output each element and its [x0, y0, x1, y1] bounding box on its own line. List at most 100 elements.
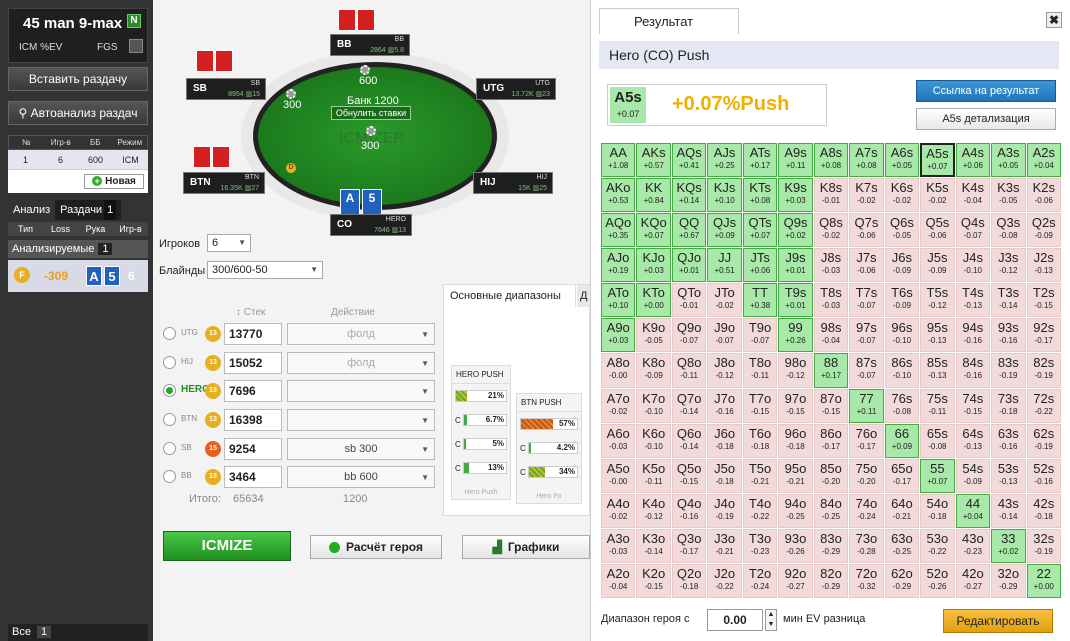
hand-cell[interactable]: K5o -0.11 — [636, 458, 671, 493]
hand-cell[interactable]: K9s +0.03 — [778, 178, 813, 213]
hand-cell[interactable]: A9o +0.03 — [601, 318, 636, 353]
hand-cell[interactable]: J2o -0.22 — [707, 563, 742, 598]
hand-cell[interactable]: 88 +0.17 — [813, 353, 849, 388]
hand-cell[interactable]: 92s -0.17 — [1026, 318, 1061, 353]
hand-cell[interactable]: T6o -0.18 — [742, 423, 778, 458]
hand-cell[interactable]: JTo -0.02 — [707, 283, 742, 318]
hand-cell[interactable]: K2o -0.15 — [636, 563, 671, 598]
hand-cell[interactable]: T6s -0.09 — [884, 283, 920, 318]
hand-cell[interactable]: T2s -0.15 — [1026, 283, 1061, 318]
tab-other-ranges[interactable]: Д — [577, 285, 591, 307]
hand-cell[interactable]: 65o -0.17 — [884, 458, 920, 493]
col-type[interactable]: Тип — [8, 222, 43, 236]
hand-cell[interactable]: Q9o -0.07 — [671, 318, 707, 353]
stack-input[interactable]: 3464 — [224, 466, 282, 488]
hero-radio[interactable] — [163, 442, 176, 455]
hand-cell[interactable]: A5o -0.00 — [601, 458, 636, 493]
hand-cell[interactable]: T4s -0.13 — [955, 283, 991, 318]
hand-cell[interactable]: 85s -0.13 — [920, 353, 955, 388]
hand-cell[interactable]: A4s +0.06 — [955, 143, 991, 178]
players-select[interactable]: 6 — [207, 234, 251, 252]
hand-cell[interactable]: 76s -0.08 — [884, 388, 920, 423]
tab-result[interactable]: Результат — [599, 8, 739, 34]
hand-cell[interactable]: J4s -0.10 — [955, 248, 991, 283]
action-select[interactable]: фолд — [287, 323, 435, 345]
all-group[interactable]: Все 1 — [8, 624, 148, 641]
hand-cell[interactable]: Q9s +0.02 — [778, 213, 813, 248]
hand-cell[interactable]: 62s -0.19 — [1026, 423, 1061, 458]
hand-cell[interactable]: A6s +0.05 — [884, 143, 920, 178]
hand-cell[interactable]: TT +0.38 — [742, 283, 778, 318]
min-ev-input[interactable]: 0.00 — [707, 609, 763, 631]
seat-sb[interactable]: SB SB 8954 ▥15 — [186, 78, 266, 100]
hand-cell[interactable]: 54s -0.09 — [955, 458, 991, 493]
hand-cell[interactable]: K6s -0.02 — [884, 178, 920, 213]
list-item[interactable]: F -309 A 5 6 — [8, 260, 148, 292]
hand-cell[interactable]: Q7s -0.06 — [849, 213, 884, 248]
stack-input[interactable]: 15052 — [224, 352, 282, 374]
hand-cell[interactable]: 42s -0.18 — [1026, 493, 1061, 528]
hand-cell[interactable]: A5s +0.07 — [920, 143, 955, 178]
col-hand[interactable]: Рука — [78, 222, 113, 236]
hand-cell[interactable]: T3o -0.23 — [742, 528, 778, 563]
hand-cell[interactable]: AKo +0.53 — [601, 178, 636, 213]
hand-cell[interactable]: KK +0.84 — [636, 178, 671, 213]
hand-cell[interactable]: A3s +0.05 — [991, 143, 1026, 178]
blinds-select[interactable]: 300/600-50 — [207, 261, 323, 279]
hand-cell[interactable]: K4s -0.04 — [955, 178, 991, 213]
hand-cell[interactable]: Q4o -0.16 — [671, 493, 707, 528]
hand-cell[interactable]: ATs +0.17 — [742, 143, 778, 178]
hand-cell[interactable]: 96o -0.18 — [778, 423, 813, 458]
hand-cell[interactable]: J5o -0.18 — [707, 458, 742, 493]
charts-button[interactable]: ▟ Графики — [462, 535, 590, 559]
hand-cell[interactable]: K2s -0.06 — [1026, 178, 1061, 213]
hand-cell[interactable]: 92o -0.27 — [778, 563, 813, 598]
seat-hj[interactable]: HIJ HIJ 15K ▥25 — [473, 172, 553, 194]
icmize-button[interactable]: ICMIZE — [163, 531, 291, 561]
hand-cell[interactable]: Q6o -0.14 — [671, 423, 707, 458]
hero-radio[interactable] — [163, 356, 176, 369]
hand-cell[interactable]: 33 +0.02 — [991, 528, 1026, 563]
hand-cell[interactable]: 82s -0.19 — [1026, 353, 1061, 388]
hand-cell[interactable]: 66 +0.09 — [884, 423, 920, 458]
hero-radio[interactable] — [163, 327, 176, 340]
hand-cell[interactable]: 32s -0.19 — [1026, 528, 1061, 563]
hand-cell[interactable]: 85o -0.20 — [813, 458, 849, 493]
seat-utg[interactable]: UTG UTG 13.72K ▥23 — [476, 78, 556, 100]
hand-cell[interactable]: T9s +0.01 — [778, 283, 813, 318]
hand-cell[interactable]: A9s +0.11 — [778, 143, 813, 178]
hand-cell[interactable]: 55 +0.07 — [920, 458, 955, 493]
stack-input[interactable]: 13770 — [224, 323, 282, 345]
hand-cell[interactable]: Q6s -0.05 — [884, 213, 920, 248]
hand-cell[interactable]: K6o -0.10 — [636, 423, 671, 458]
stack-input[interactable]: 7696 — [224, 380, 282, 402]
hand-cell[interactable]: Q3o -0.17 — [671, 528, 707, 563]
hand-cell[interactable]: KQo +0.07 — [636, 213, 671, 248]
hero-radio[interactable] — [163, 413, 176, 426]
hand-cell[interactable]: J7s -0.06 — [849, 248, 884, 283]
seat-btn[interactable]: BTN BTN 16.35K ▥27 — [183, 172, 265, 194]
hand-cell[interactable]: 72s -0.22 — [1026, 388, 1061, 423]
hand-cell[interactable]: J7o -0.16 — [707, 388, 742, 423]
hand-cell[interactable]: J8s -0.03 — [813, 248, 849, 283]
chevron-down-icon[interactable]: ▼ — [768, 621, 775, 628]
tab-main-ranges[interactable]: Основные диапазоны — [444, 285, 576, 307]
hand-cell[interactable]: K3s -0.05 — [991, 178, 1026, 213]
hand-cell[interactable]: J6o -0.18 — [707, 423, 742, 458]
hand-cell[interactable]: Q5s -0.06 — [920, 213, 955, 248]
hand-cell[interactable]: 95s -0.13 — [920, 318, 955, 353]
seat-bb[interactable]: BB BB 2864 ▥5.8 — [330, 34, 410, 56]
hand-cell[interactable]: 75o -0.20 — [849, 458, 884, 493]
hand-cell[interactable]: K7s -0.02 — [849, 178, 884, 213]
seat-co-hero[interactable]: CO HERO 7646 ▥13 — [330, 214, 412, 236]
hand-cell[interactable]: A7s +0.08 — [849, 143, 884, 178]
auto-analysis-button[interactable]: ⚲ Автоанализ раздач — [8, 101, 148, 125]
hand-cell[interactable]: 83o -0.29 — [813, 528, 849, 563]
analyzed-group[interactable]: Анализируемые 1 — [8, 240, 148, 258]
hand-cell[interactable]: T5s -0.12 — [920, 283, 955, 318]
hand-cell[interactable]: A2s +0.04 — [1026, 143, 1061, 178]
hand-cell[interactable]: T8s -0.03 — [813, 283, 849, 318]
hand-cell[interactable]: Q8s -0.02 — [813, 213, 849, 248]
hand-cell[interactable]: A4o -0.02 — [601, 493, 636, 528]
hand-cell[interactable]: AQo +0.35 — [601, 213, 636, 248]
